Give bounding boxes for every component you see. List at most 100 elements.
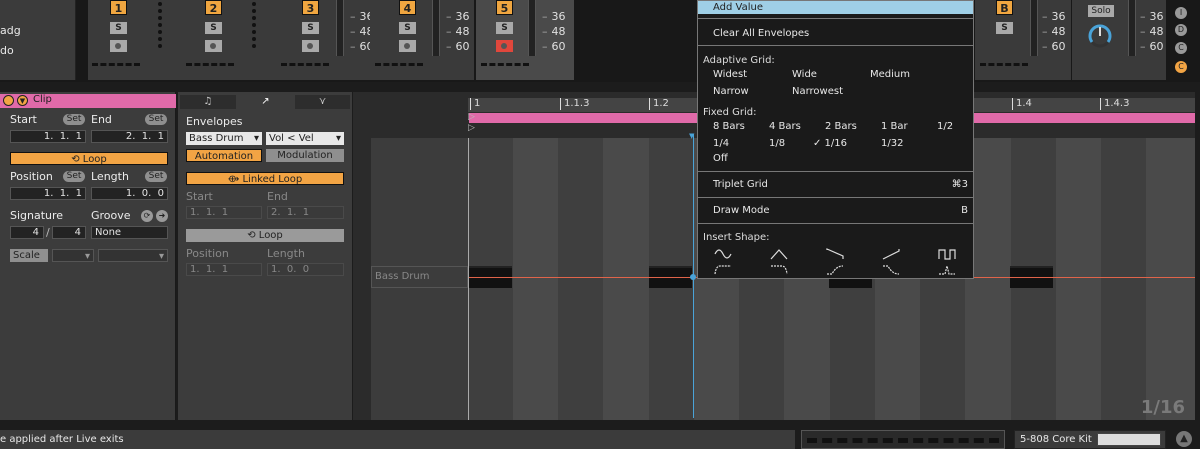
commit-groove-icon[interactable]: ➜ <box>156 210 168 222</box>
saw-down-shape-icon[interactable] <box>826 248 844 260</box>
triangle-shape-icon[interactable] <box>770 248 788 260</box>
release-shape-icon[interactable] <box>770 263 788 275</box>
menu-item-add-value[interactable]: Add Value <box>713 2 763 13</box>
lane-label[interactable]: Bass Drum <box>371 266 468 288</box>
device-title-bar[interactable]: 5-808 Core Kit <box>1014 430 1166 449</box>
menu-item-8-bars[interactable]: 8 Bars <box>713 121 745 132</box>
signature-numerator-field[interactable]: 4 <box>10 226 44 239</box>
track-name[interactable]: adg <box>0 24 21 37</box>
menu-item-draw-mode[interactable]: Draw Mode <box>713 205 770 216</box>
collapse-icon[interactable]: ▼ <box>17 95 28 106</box>
solo-button[interactable]: S <box>996 22 1013 34</box>
groove-hot-swap-icon[interactable]: ⟳ <box>141 210 153 222</box>
solo-button[interactable]: S <box>496 22 513 34</box>
fixed-grid-header: Fixed Grid: <box>703 107 757 118</box>
scale-mode-dropdown[interactable]: ▾ <box>98 249 168 262</box>
length-field[interactable]: 1. 0. 0 <box>91 187 168 200</box>
mixer-toggle[interactable]: C <box>1175 61 1187 73</box>
envelopes-title: Envelopes <box>186 115 243 128</box>
record-arm-button[interactable] <box>399 40 416 52</box>
track-name[interactable]: do <box>0 44 14 57</box>
tab-notes[interactable]: ♫ <box>180 95 236 109</box>
start-marker-icon[interactable]: ▷ <box>468 112 475 122</box>
menu-item-narrowest[interactable]: Narrowest <box>792 86 843 97</box>
clip-overview[interactable] <box>801 430 1005 449</box>
env-end-field[interactable]: 2. 1. 1 <box>267 206 344 219</box>
env-start-field[interactable]: 1. 1. 1 <box>186 206 262 219</box>
clip-title[interactable]: Clip <box>33 94 52 105</box>
solo-button[interactable]: S <box>399 22 416 34</box>
solo-button[interactable]: S <box>110 22 127 34</box>
pan-knob-icon[interactable] <box>1086 22 1114 50</box>
menu-item-medium[interactable]: Medium <box>870 69 910 80</box>
draw-mode-shortcut: B <box>961 205 968 216</box>
solo-button[interactable]: S <box>205 22 222 34</box>
track-number[interactable]: 4 <box>399 0 416 15</box>
square-shape-icon[interactable] <box>938 248 956 260</box>
track-number[interactable]: 1 <box>110 0 127 15</box>
saw-up-shape-icon[interactable] <box>882 248 900 260</box>
io-toggle[interactable]: I <box>1175 7 1187 19</box>
scale-button[interactable]: Scale <box>10 249 48 262</box>
end-field[interactable]: 2. 1. 1 <box>91 130 168 143</box>
record-arm-button[interactable] <box>205 40 222 52</box>
ramp-down-shape-icon[interactable] <box>882 263 900 275</box>
menu-item-off[interactable]: Off <box>713 153 728 164</box>
automation-button[interactable]: Automation <box>186 149 262 162</box>
track-strip <box>182 0 276 80</box>
menu-item-1-4[interactable]: 1/4 <box>713 138 729 149</box>
db-scale: –36 –48 –60 <box>1140 10 1164 53</box>
menu-item-1-8[interactable]: 1/8 <box>769 138 785 149</box>
start-set-button[interactable]: Set <box>63 114 85 125</box>
position-set-button[interactable]: Set <box>63 171 85 182</box>
menu-item-1-16-checked[interactable]: ✓ 1/16 <box>813 138 847 149</box>
menu-item-widest[interactable]: Widest <box>713 69 747 80</box>
env-loop-button[interactable]: ⟲ Loop <box>186 229 344 242</box>
record-arm-button-active[interactable] <box>496 40 513 52</box>
menu-item-1-bar[interactable]: 1 Bar <box>881 121 908 132</box>
track-number[interactable]: 5 <box>496 0 513 15</box>
start-field[interactable]: 1. 1. 1 <box>10 130 86 143</box>
parameter-chooser[interactable]: Vol < Vel ▾ <box>266 132 344 145</box>
return-track-letter[interactable]: B <box>996 0 1013 15</box>
signature-denominator-field[interactable]: 4 <box>52 226 86 239</box>
position-field[interactable]: 1. 1. 1 <box>10 187 86 200</box>
scale-root-dropdown[interactable]: ▾ <box>52 249 94 262</box>
menu-item-triplet-grid[interactable]: Triplet Grid <box>713 179 768 190</box>
menu-item-1-32[interactable]: 1/32 <box>881 138 903 149</box>
menu-item-narrow[interactable]: Narrow <box>713 86 749 97</box>
modulation-button[interactable]: Modulation <box>266 149 344 162</box>
end-marker-icon[interactable]: ▷ <box>468 123 475 133</box>
crossfade-toggle[interactable]: C <box>1175 42 1187 54</box>
menu-item-wide[interactable]: Wide <box>792 69 817 80</box>
tab-mpe[interactable]: ⋎ <box>295 95 350 109</box>
adsr-shape-icon[interactable] <box>714 263 732 275</box>
record-arm-button[interactable] <box>302 40 319 52</box>
menu-item-1-2[interactable]: 1/2 <box>937 121 953 132</box>
device-chooser[interactable]: Bass Drum ▾ <box>186 132 262 145</box>
delay-toggle[interactable]: D <box>1175 24 1187 36</box>
env-length-field[interactable]: 1. 0. 0 <box>267 263 344 276</box>
record-arm-button[interactable] <box>110 40 127 52</box>
insert-marker-icon: ▼ <box>689 132 695 140</box>
linked-loop-button[interactable]: ⟴ Linked Loop <box>186 172 344 185</box>
menu-item-clear-all-envelopes[interactable]: Clear All Envelopes <box>713 28 809 39</box>
env-position-field[interactable]: 1. 1. 1 <box>186 263 262 276</box>
menu-item-2-bars[interactable]: 2 Bars <box>825 121 857 132</box>
track-number[interactable]: 2 <box>205 0 222 15</box>
sine-shape-icon[interactable] <box>714 248 732 260</box>
track-number[interactable]: 3 <box>302 0 319 15</box>
ramp-up-shape-icon[interactable] <box>826 263 844 275</box>
spike-shape-icon[interactable] <box>938 263 956 275</box>
solo-toggle[interactable]: Solo <box>1088 5 1114 17</box>
solo-button[interactable]: S <box>302 22 319 34</box>
expand-up-icon[interactable]: ▲ <box>1176 431 1192 447</box>
loop-button[interactable]: ⟲ Loop <box>10 152 168 165</box>
length-set-button[interactable]: Set <box>145 171 167 182</box>
end-set-button[interactable]: Set <box>145 114 167 125</box>
clip-activator-icon[interactable] <box>3 95 14 106</box>
chevron-down-icon: ▾ <box>253 133 259 144</box>
tab-envelopes[interactable]: ↗ <box>238 95 293 109</box>
menu-item-4-bars[interactable]: 4 Bars <box>769 121 801 132</box>
groove-field[interactable]: None <box>91 226 168 239</box>
